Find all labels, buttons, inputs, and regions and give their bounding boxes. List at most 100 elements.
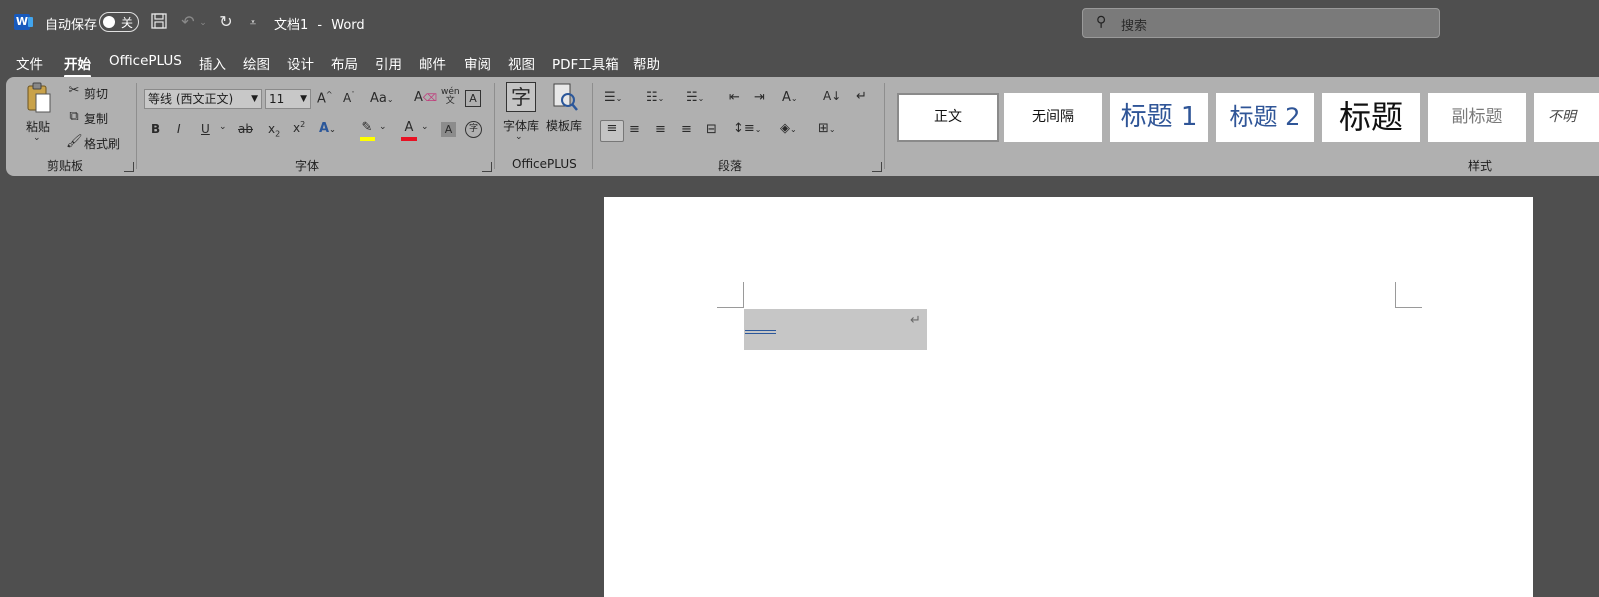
- underline-icon[interactable]: U: [201, 122, 210, 136]
- sort-icon[interactable]: A↓: [823, 89, 841, 103]
- redo-icon[interactable]: ↻: [215, 12, 237, 32]
- word-logo-icon: W: [14, 14, 33, 30]
- search-box[interactable]: ⚲ 搜索: [1082, 8, 1440, 38]
- style-heading-2[interactable]: 标题 2: [1216, 93, 1314, 142]
- font-size-dropdown[interactable]: 11 ▼: [265, 89, 311, 109]
- format-painter-button[interactable]: 格式刷: [84, 135, 120, 152]
- style-heading-1[interactable]: 标题 1: [1110, 93, 1208, 142]
- style-subtle-emphasis[interactable]: 不明: [1534, 93, 1599, 142]
- paragraph-launcher-icon[interactable]: [872, 162, 882, 172]
- decrease-indent-icon[interactable]: ⇤: [729, 90, 740, 105]
- strikethrough-icon[interactable]: ab: [238, 122, 253, 136]
- tab-view[interactable]: 视图: [508, 53, 535, 73]
- styles-group-label: 样式: [1468, 159, 1493, 173]
- bullets-icon[interactable]: ☰⌄: [604, 90, 622, 105]
- grow-font-icon[interactable]: A^: [317, 90, 333, 106]
- character-shading-icon[interactable]: A: [441, 122, 456, 137]
- font-library-icon[interactable]: 字: [506, 82, 536, 112]
- clipboard-launcher-icon[interactable]: [124, 162, 134, 172]
- clear-formatting-icon[interactable]: A⌫: [414, 90, 437, 105]
- undo-dropdown-icon[interactable]: ⌄: [197, 13, 209, 33]
- tab-references[interactable]: 引用: [375, 53, 402, 73]
- distributed-icon[interactable]: ⊟: [706, 122, 717, 137]
- autosave-label: 自动保存: [45, 18, 98, 33]
- font-color-icon[interactable]: A: [401, 120, 417, 141]
- search-placeholder: 搜索: [1121, 19, 1148, 34]
- customize-quick-access-icon[interactable]: ⩡: [246, 13, 260, 33]
- template-library-icon[interactable]: [552, 82, 578, 111]
- tab-design[interactable]: 设计: [287, 53, 314, 73]
- style-no-spacing[interactable]: 无间隔: [1004, 93, 1102, 142]
- tab-help[interactable]: 帮助: [633, 53, 660, 73]
- ribbon: 粘贴 ⌄ ✂ 剪切 ⧉ 复制 🖌 格式刷 剪贴板 等线 (西文正文) ▼ 11 …: [6, 77, 1599, 176]
- enclose-characters-icon[interactable]: 字: [465, 121, 482, 138]
- cut-button[interactable]: 剪切: [84, 85, 108, 102]
- align-right-icon[interactable]: ≡: [655, 122, 666, 137]
- title-separator: -: [317, 18, 323, 33]
- change-case-icon[interactable]: Aa⌄: [370, 91, 394, 106]
- shading-icon[interactable]: ◈⌄: [780, 121, 797, 136]
- tab-pdf-toolbox[interactable]: PDF工具箱: [552, 53, 619, 73]
- align-center-icon[interactable]: ≡: [629, 122, 640, 137]
- style-subtitle[interactable]: 副标题: [1428, 93, 1526, 142]
- tab-officeplus[interactable]: OfficePLUS: [109, 53, 182, 69]
- borders-icon[interactable]: ⊞⌄: [818, 121, 836, 136]
- cut-icon[interactable]: ✂: [66, 83, 82, 98]
- save-icon[interactable]: [149, 12, 169, 35]
- font-launcher-icon[interactable]: [482, 162, 492, 172]
- phonetic-guide-icon[interactable]: wén 文: [441, 88, 460, 106]
- style-title[interactable]: 标题: [1322, 93, 1420, 142]
- paragraph-mark-icon: ↵: [910, 313, 921, 328]
- shrink-font-icon[interactable]: Aˇ: [343, 91, 355, 105]
- subscript-icon[interactable]: x2: [268, 122, 280, 138]
- font-name-dropdown[interactable]: 等线 (西文正文) ▼: [144, 89, 262, 109]
- character-border-icon[interactable]: A: [465, 90, 481, 107]
- group-separator: [884, 83, 885, 169]
- line-spacing-icon[interactable]: ↕≡⌄: [733, 121, 762, 136]
- font-color-dropdown-icon[interactable]: ⌄: [421, 122, 429, 132]
- tab-insert[interactable]: 插入: [199, 53, 226, 73]
- autosave-toggle[interactable]: 关: [99, 12, 139, 32]
- crop-mark-top-left: [717, 282, 744, 308]
- tab-layout[interactable]: 布局: [331, 53, 358, 73]
- format-painter-icon[interactable]: 🖌: [66, 134, 83, 149]
- font-name-value: 等线 (西文正文): [148, 92, 234, 106]
- italic-icon[interactable]: I: [177, 122, 181, 136]
- style-normal[interactable]: 正文: [897, 93, 999, 142]
- officeplus-group-label: OfficePLUS: [512, 157, 577, 171]
- copy-button[interactable]: 复制: [84, 110, 108, 127]
- numbering-icon[interactable]: ☷⌄: [646, 90, 664, 105]
- chinese-layout-icon[interactable]: A⌄: [782, 90, 798, 105]
- group-separator: [494, 83, 495, 169]
- show-formatting-marks-icon[interactable]: ↵: [856, 89, 867, 104]
- underline-dropdown-icon[interactable]: ⌄: [219, 122, 227, 132]
- highlight-icon[interactable]: ✎: [359, 120, 375, 141]
- superscript-icon[interactable]: x2: [293, 120, 305, 135]
- align-left-icon[interactable]: ≡: [600, 120, 624, 142]
- multilevel-list-icon[interactable]: ☵⌄: [686, 90, 704, 105]
- tab-mailings[interactable]: 邮件: [419, 53, 446, 73]
- font-library-dropdown-icon[interactable]: ⌄: [515, 132, 523, 142]
- document-title: 文档1 - Word: [274, 14, 365, 33]
- paste-dropdown-icon[interactable]: ⌄: [33, 133, 41, 143]
- increase-indent-icon[interactable]: ⇥: [754, 90, 765, 105]
- document-page[interactable]: [604, 197, 1533, 597]
- tab-draw[interactable]: 绘图: [243, 53, 270, 73]
- chevron-down-icon: ▼: [300, 94, 307, 104]
- bold-icon[interactable]: B: [151, 122, 160, 136]
- tab-home[interactable]: 开始: [64, 53, 91, 78]
- paragraph-group-label: 段落: [718, 159, 743, 173]
- template-library-button[interactable]: 模板库: [546, 117, 582, 134]
- text-effects-icon[interactable]: A⌄: [319, 121, 336, 136]
- toggle-knob: [103, 16, 115, 28]
- justify-icon[interactable]: ≡: [681, 122, 692, 137]
- chevron-down-icon: ▼: [251, 94, 258, 104]
- text-line-marker: [745, 333, 776, 334]
- undo-icon[interactable]: ↶: [178, 12, 198, 32]
- paste-icon[interactable]: [24, 82, 54, 113]
- copy-icon[interactable]: ⧉: [66, 109, 82, 124]
- highlight-dropdown-icon[interactable]: ⌄: [379, 122, 387, 132]
- tab-review[interactable]: 审阅: [464, 53, 491, 73]
- ribbon-tabs: 文件 开始 OfficePLUS 插入 绘图 设计 布局 引用 邮件 审阅 视图…: [0, 48, 1599, 78]
- tab-file[interactable]: 文件: [16, 53, 43, 73]
